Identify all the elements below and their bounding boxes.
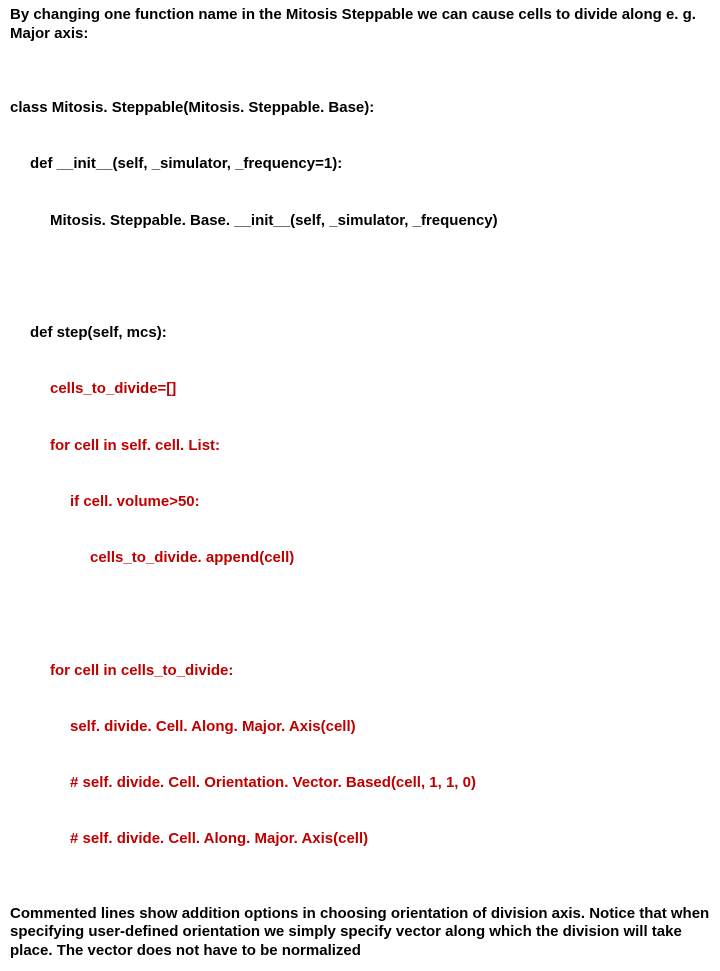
code-line: def step(self, mcs): (10, 324, 710, 343)
code-block: class Mitosis. Steppable(Mitosis. Steppa… (10, 62, 710, 887)
code-line: if cell. volume>50: (10, 493, 710, 512)
code-text: class Mitosis. Steppable( (10, 99, 188, 116)
code-line: self. divide. Cell. Along. Major. Axis(c… (10, 718, 710, 737)
code-line: cells_to_divide=[] (10, 380, 710, 399)
slide-page: By changing one function name in the Mit… (0, 0, 720, 971)
footer-paragraph: Commented lines show addition options in… (10, 905, 710, 961)
code-line: for cell in cells_to_divide: (10, 662, 710, 681)
code-line: class Mitosis. Steppable(Mitosis. Steppa… (10, 99, 710, 118)
code-line: for cell in self. cell. List: (10, 437, 710, 456)
code-text: ): (364, 99, 374, 116)
code-line: cells_to_divide. append(cell) (10, 549, 710, 568)
code-line-comment: # self. divide. Cell. Orientation. Vecto… (10, 774, 710, 793)
code-line: def __init__(self, _simulator, _frequenc… (10, 155, 710, 174)
blank-line (10, 605, 710, 624)
blank-line (10, 268, 710, 287)
code-line-comment: # self. divide. Cell. Along. Major. Axis… (10, 830, 710, 849)
intro-paragraph: By changing one function name in the Mit… (10, 6, 710, 44)
code-line: Mitosis. Steppable. Base. __init__(self,… (10, 212, 710, 231)
code-base-class: Mitosis. Steppable. Base (188, 99, 364, 116)
